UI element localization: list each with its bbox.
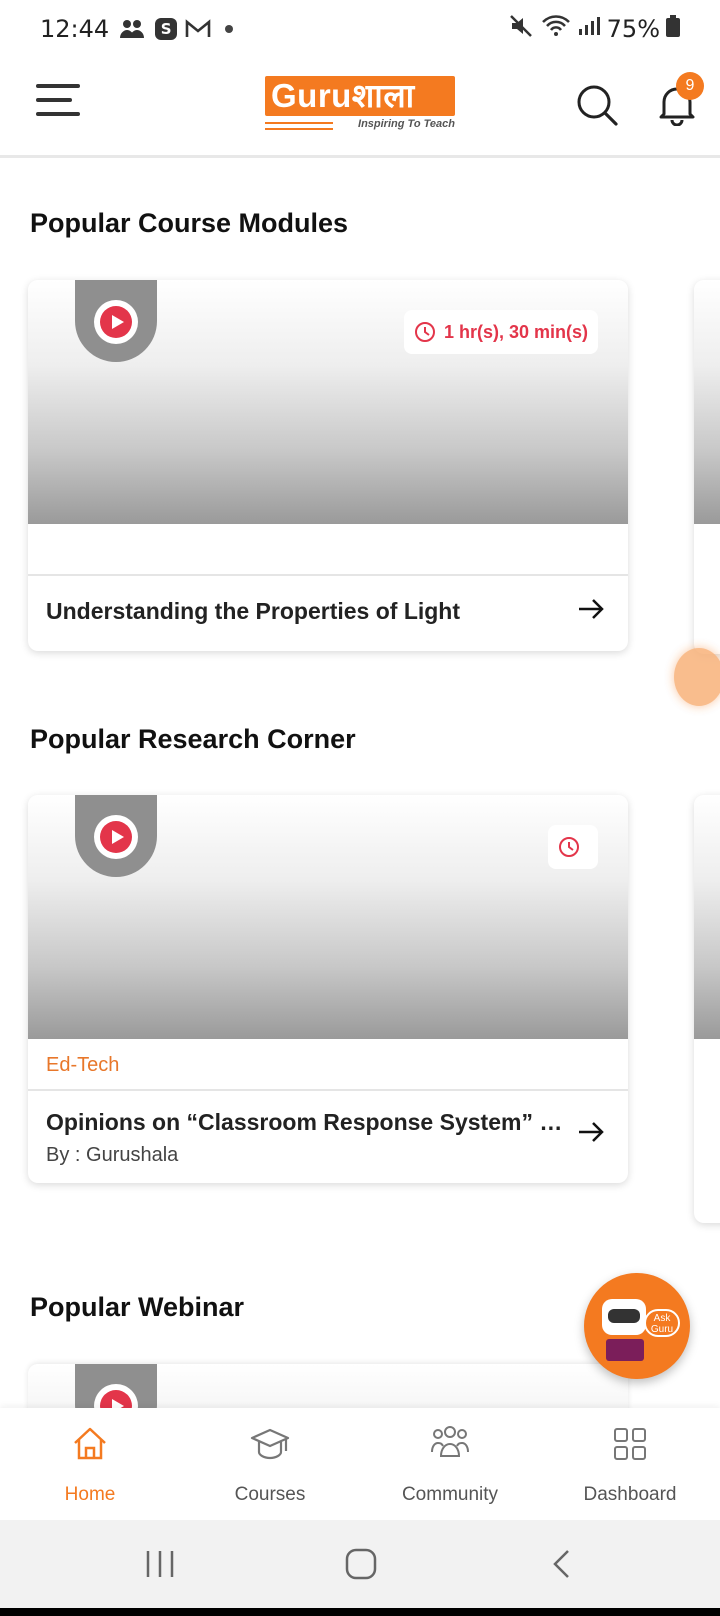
arrow-right-icon[interactable]: [576, 1117, 606, 1147]
back-icon[interactable]: [550, 1548, 574, 1585]
nav-dashboard-label: Dashboard: [583, 1484, 677, 1505]
ask-guru-label-line1: Ask: [653, 1313, 671, 1324]
card-category: Ed-Tech: [28, 1039, 628, 1091]
dashboard-icon: [614, 1428, 646, 1460]
home-system-icon[interactable]: [344, 1548, 378, 1585]
section-title-webinar: Popular Webinar: [30, 1292, 245, 1322]
play-badge: [75, 795, 157, 877]
card-footer: Opinions on “Classroom Response System” …: [28, 1091, 628, 1183]
next-research-card-peek[interactable]: [694, 795, 720, 1223]
group-icon: [119, 18, 147, 40]
robot-visor: [608, 1309, 640, 1323]
nav-home-label: Home: [64, 1484, 116, 1505]
card-author: By : Gurushala: [46, 1144, 179, 1166]
community-icon: [431, 1426, 469, 1457]
section-title-course-modules: Popular Course Modules: [30, 208, 349, 238]
research-card[interactable]: Ed-Tech Opinions on “Classroom Response …: [28, 795, 628, 1183]
play-icon: [100, 821, 132, 853]
ask-guru-button[interactable]: Ask Guru: [584, 1273, 690, 1379]
nav-community[interactable]: Community: [360, 1408, 540, 1520]
card-footer: Understanding the Properties of Light: [28, 576, 628, 651]
logo-text: Guruशाला: [265, 76, 455, 116]
nav-dashboard[interactable]: Dashboard: [540, 1408, 720, 1520]
status-right: 75%: [509, 14, 680, 44]
card-title: Opinions on “Classroom Response System” …: [46, 1109, 568, 1135]
peek-thumbnail: [694, 795, 720, 1039]
nav-courses[interactable]: Courses: [180, 1408, 360, 1520]
menu-icon[interactable]: [36, 84, 80, 128]
status-bar: 12:44 S 75%: [0, 0, 720, 58]
card-thumbnail: 1 hr(s), 30 min(s): [28, 280, 628, 524]
section-title-research-corner: Popular Research Corner: [30, 724, 356, 754]
card-thumbnail: [28, 795, 628, 1039]
gmail-icon: [185, 19, 211, 39]
next-course-card-peek[interactable]: [694, 280, 720, 654]
arrow-right-icon[interactable]: [576, 594, 606, 624]
duration-badge: 1 hr(s), 30 min(s): [403, 310, 598, 354]
signal-icon: [577, 15, 601, 43]
card-category: [28, 524, 628, 576]
duration-text: 1 hr(s), 30 min(s): [443, 321, 588, 342]
app-header: Guruशाला Inspiring To Teach 9: [0, 58, 720, 158]
notification-count-badge: 9: [676, 72, 704, 100]
card-title: Understanding the Properties of Light: [46, 598, 461, 624]
ask-guru-label-line2: Guru: [650, 1324, 674, 1335]
home-icon: [74, 1427, 106, 1460]
laptop-icon: [606, 1339, 644, 1361]
logo-tagline: Inspiring To Teach: [358, 118, 455, 130]
play-badge: [75, 280, 157, 362]
graduation-cap-icon: [250, 1428, 290, 1460]
app-screen: 12:44 S 75% Guruशाला Inspiring To Teach …: [0, 0, 720, 1616]
status-time: 12:44: [40, 15, 110, 43]
duration-badge: [548, 825, 598, 869]
ask-guru-label: Ask Guru: [644, 1309, 680, 1337]
nav-courses-label: Courses: [234, 1484, 306, 1505]
peek-thumbnail: [694, 280, 720, 524]
clock-icon: [559, 837, 579, 857]
mute-icon: [509, 14, 535, 44]
more-notifications-dot: [225, 25, 234, 33]
system-nav-bar: [0, 1520, 720, 1616]
course-module-card[interactable]: 1 hr(s), 30 min(s) Understanding the Pro…: [28, 280, 628, 651]
recent-apps-icon[interactable]: [144, 1548, 176, 1585]
play-icon: [100, 306, 132, 338]
bottom-nav: Home Courses Community Dashboard: [0, 1408, 720, 1520]
gurushala-logo[interactable]: Guruशाला Inspiring To Teach: [265, 76, 455, 136]
search-icon[interactable]: [574, 82, 620, 128]
wifi-icon: [541, 14, 571, 44]
battery-icon: [666, 15, 680, 43]
floating-bubble[interactable]: [674, 648, 720, 706]
skype-icon: S: [155, 18, 178, 40]
nav-community-label: Community: [401, 1484, 499, 1505]
clock-icon: [414, 322, 435, 342]
nav-home[interactable]: Home: [0, 1408, 180, 1520]
battery-level: 75%: [606, 15, 660, 43]
logo-lines: [265, 122, 333, 130]
